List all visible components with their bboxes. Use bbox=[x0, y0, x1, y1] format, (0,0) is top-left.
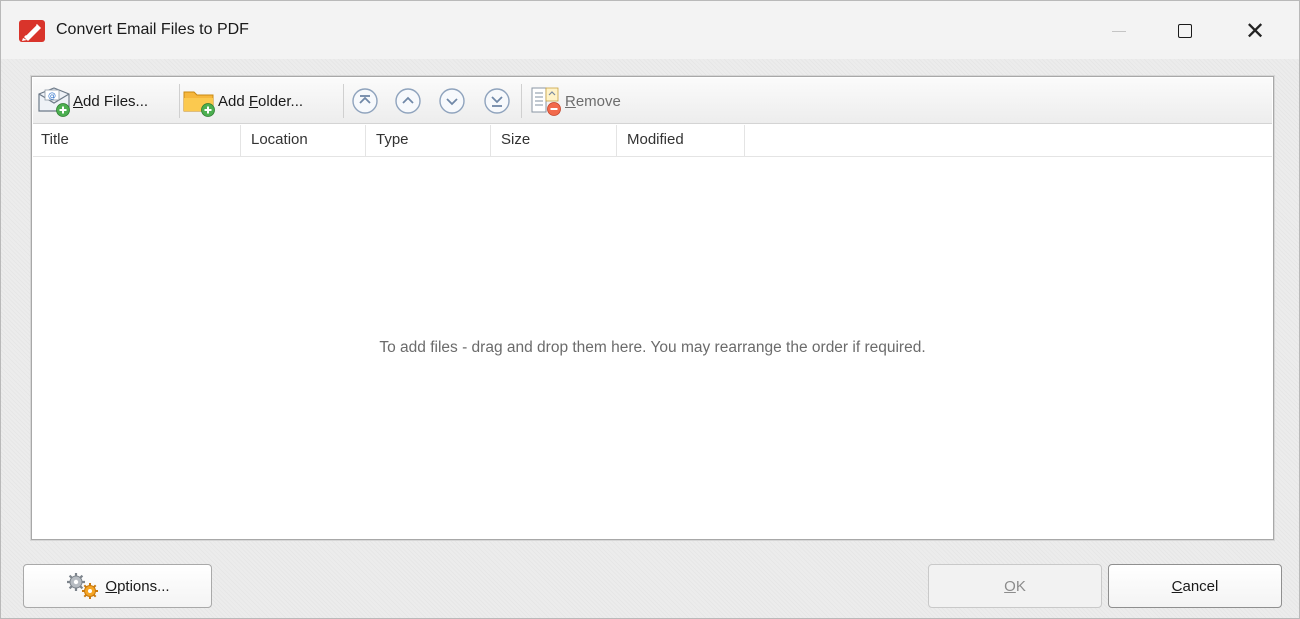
column-header-type[interactable]: Type bbox=[366, 125, 491, 156]
column-header-modified[interactable]: Modified bbox=[617, 125, 745, 156]
add-folder-icon bbox=[183, 91, 215, 117]
close-icon: ✕ bbox=[1244, 17, 1266, 45]
window-title: Convert Email Files to PDF bbox=[56, 21, 249, 38]
toolbar-separator bbox=[343, 84, 344, 118]
maximize-icon bbox=[1178, 24, 1192, 38]
options-label: Options... bbox=[105, 577, 170, 595]
column-header-title[interactable]: Title bbox=[33, 125, 241, 156]
remove-label: Remove bbox=[565, 92, 621, 110]
move-to-bottom-icon[interactable] bbox=[483, 87, 511, 115]
toolbar-separator bbox=[521, 84, 522, 118]
remove-button[interactable]: Remove bbox=[528, 82, 648, 120]
svg-text:@: @ bbox=[48, 91, 56, 100]
move-down-icon[interactable] bbox=[438, 87, 466, 115]
minimize-icon bbox=[1112, 30, 1126, 32]
ok-label: OK bbox=[1004, 577, 1026, 595]
file-list-header: Title Location Type Size Modified bbox=[33, 125, 1272, 157]
cancel-label: Cancel bbox=[1171, 577, 1219, 595]
add-files-button[interactable]: @ Add Files... bbox=[36, 82, 176, 120]
remove-list-icon bbox=[531, 87, 561, 116]
maximize-button[interactable] bbox=[1163, 15, 1207, 47]
app-logo-icon bbox=[19, 20, 45, 42]
title-bar: Convert Email Files to PDF ✕ bbox=[1, 1, 1299, 59]
gears-icon bbox=[67, 573, 99, 599]
minimize-button[interactable] bbox=[1097, 15, 1141, 47]
drop-zone-hint: To add files - drag and drop them here. … bbox=[379, 339, 926, 356]
move-up-icon[interactable] bbox=[394, 87, 422, 115]
add-folder-label: Add Folder... bbox=[218, 92, 304, 110]
file-list-panel: @ Add Files... Add Folder... Remove Titl… bbox=[31, 76, 1274, 540]
file-toolbar: @ Add Files... Add Folder... Remove bbox=[33, 78, 1272, 124]
toolbar-separator bbox=[179, 84, 180, 118]
cancel-button[interactable]: Cancel bbox=[1108, 564, 1282, 608]
options-button[interactable]: Options... bbox=[23, 564, 212, 608]
ok-button[interactable]: OK bbox=[928, 564, 1102, 608]
add-files-label: Add Files... bbox=[73, 92, 149, 110]
column-header-size[interactable]: Size bbox=[491, 125, 617, 156]
add-folder-button[interactable]: Add Folder... bbox=[181, 82, 341, 120]
move-to-top-icon[interactable] bbox=[351, 87, 379, 115]
convert-email-dialog: Convert Email Files to PDF ✕ @ Add Files… bbox=[0, 0, 1300, 619]
column-header-location[interactable]: Location bbox=[241, 125, 366, 156]
close-button[interactable]: ✕ bbox=[1233, 15, 1277, 47]
add-email-file-icon: @ bbox=[38, 87, 70, 117]
